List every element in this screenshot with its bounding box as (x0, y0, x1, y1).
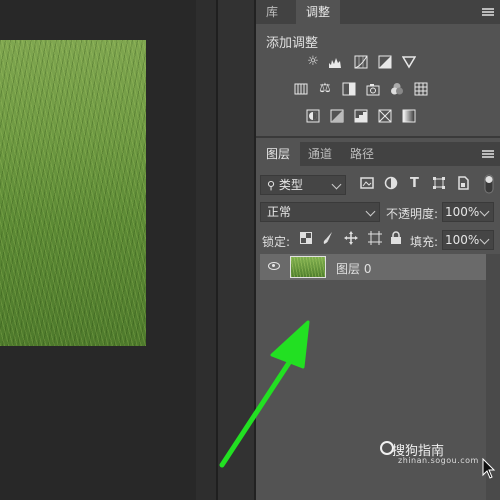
watermark-url: zhinan.sogou.com (398, 456, 479, 465)
mouse-cursor-icon (482, 458, 496, 479)
green-arrow-annotation (219, 320, 310, 468)
